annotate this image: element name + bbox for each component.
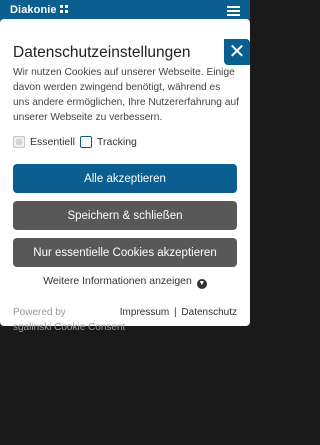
link-separator: | <box>174 307 177 318</box>
dialog-description: Wir nutzen Cookies auf unserer Webseite.… <box>13 67 239 123</box>
vendor-link[interactable]: sgalinski Cookie Consent <box>13 320 133 335</box>
option-essential: Essentiell <box>13 135 75 149</box>
imprint-link[interactable]: Impressum <box>120 307 169 318</box>
option-tracking-label[interactable]: Tracking <box>97 136 137 148</box>
option-tracking[interactable]: Tracking <box>80 135 137 149</box>
privacy-link[interactable]: Datenschutz <box>181 307 237 318</box>
essential-checkbox <box>13 136 25 148</box>
essential-only-button[interactable]: Nur essentielle Cookies akzeptieren <box>13 238 237 267</box>
more-info-link[interactable]: Weitere Informationen anzeigen ▼ <box>0 275 250 289</box>
legal-links: Impressum | Datenschutz <box>120 305 237 320</box>
save-close-button[interactable]: Speichern & schließen <box>13 201 237 230</box>
tracking-checkbox[interactable] <box>80 136 92 148</box>
powered-by: Powered by sgalinski Cookie Consent <box>13 305 133 335</box>
powered-by-label: Powered by <box>13 307 66 318</box>
brand-logo[interactable]: Diakonie <box>10 4 68 16</box>
more-info-label[interactable]: Weitere Informationen anzeigen <box>43 275 192 287</box>
close-icon[interactable]: ✕ <box>224 39 250 65</box>
cookie-consent-dialog: ✕ Datenschutzeinstellungen Wir nutzen Co… <box>0 19 250 333</box>
brand-name: Diakonie <box>10 4 57 16</box>
accept-all-button[interactable]: Alle akzeptieren <box>13 164 237 193</box>
dialog-title: Datenschutzeinstellungen <box>13 44 191 61</box>
option-essential-label: Essentiell <box>30 136 75 148</box>
chevron-down-icon[interactable]: ▼ <box>196 279 207 289</box>
hamburger-icon[interactable] <box>227 6 240 16</box>
brand-mark-icon <box>59 5 68 13</box>
